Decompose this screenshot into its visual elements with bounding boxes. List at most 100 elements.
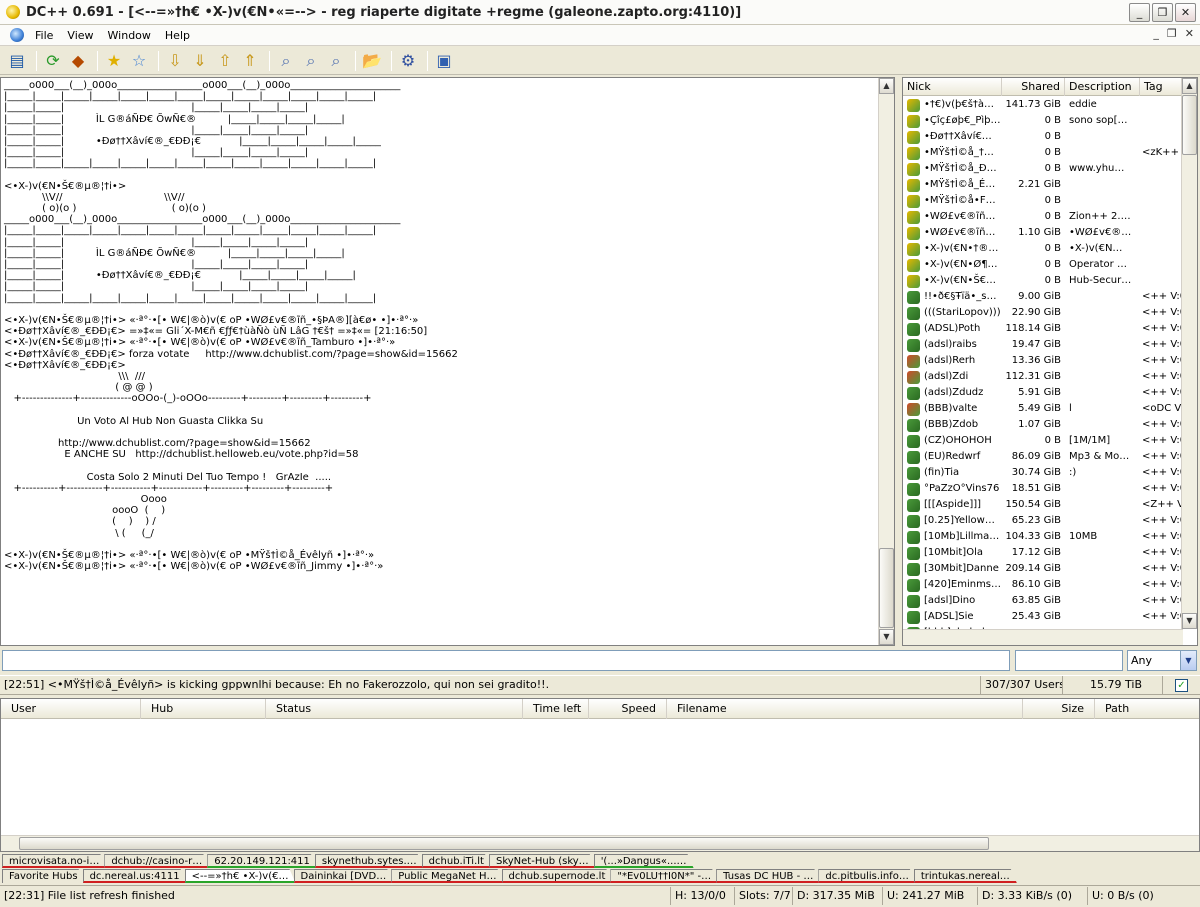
mdi-hub-icon[interactable]	[10, 28, 24, 42]
column-shared[interactable]: Shared	[1002, 78, 1065, 96]
column-size[interactable]: Size	[1023, 699, 1095, 719]
user-row[interactable]: [ADSL]Sie 25.43 GiB <++ V:0	[903, 609, 1183, 625]
scroll-down-arrow-icon[interactable]: ▼	[1182, 613, 1197, 629]
scroll-down-arrow-icon[interactable]: ▼	[879, 629, 894, 645]
public-hubs-icon[interactable]: ▤	[6, 50, 28, 72]
hub-tab[interactable]: Public MegaNet H…	[391, 869, 503, 883]
title-bar[interactable]: DC++ 0.691 - [<--=»†h€ •X-)v(€N•«=--> - …	[0, 0, 1200, 25]
user-list-scrollbar[interactable]: ▲ ▼	[1181, 78, 1197, 629]
user-row[interactable]: (adsl)Zdi 112.31 GiB <++ V:0	[903, 369, 1183, 385]
user-row[interactable]: •Ðø††Xâví€… 0 B	[903, 129, 1183, 145]
menu-window[interactable]: Window	[101, 29, 158, 42]
user-row[interactable]: •MŸš†Ì©å_Ð… 0 B www.yhu…	[903, 161, 1183, 177]
user-row[interactable]: (EU)Redwrf 86.09 GiB Mp3 & Mo… <++ V:0	[903, 449, 1183, 465]
restore-button[interactable]: ❐	[1152, 3, 1173, 22]
finished-downloads-icon[interactable]: ⇓	[189, 50, 211, 72]
user-row[interactable]: °PaZzO°Vins76 18.51 GiB <++ V:0	[903, 481, 1183, 497]
user-row[interactable]: [420]Eminms… 86.10 GiB <++ V:0	[903, 577, 1183, 593]
transfer-scroll-thumb[interactable]	[19, 837, 989, 850]
menu-file[interactable]: File	[28, 29, 60, 42]
transfer-list[interactable]: User Hub Status Time left Speed Filename…	[0, 698, 1200, 852]
favorite-users-icon[interactable]: ☆	[128, 50, 150, 72]
hub-tab[interactable]: dc.nereal.us:4111	[83, 869, 187, 883]
user-row[interactable]: •†€)v(þ€š†à… 141.73 GiB eddie	[903, 97, 1183, 113]
column-tag[interactable]: Tag	[1140, 78, 1183, 96]
column-path[interactable]: Path	[1095, 699, 1199, 719]
hub-tab[interactable]: "*Ev0LU††I0N*" -…	[610, 869, 718, 883]
user-list-panel[interactable]: Nick Shared Description Tag •†€)v(þ€š†à……	[902, 77, 1198, 646]
column-hub[interactable]: Hub	[141, 699, 266, 719]
user-row[interactable]: (ADSL)Poth 118.14 GiB <++ V:0	[903, 321, 1183, 337]
user-row[interactable]: •X-)v(€N•Ø¶… 0 B Operator …	[903, 257, 1183, 273]
user-row[interactable]: [10Mb]Lillma… 104.33 GiB 10MB <++ V:0	[903, 529, 1183, 545]
scroll-up-arrow-icon[interactable]: ▲	[1182, 78, 1197, 94]
user-row[interactable]: •MŸš†Ì©å•F… 0 B	[903, 193, 1183, 209]
download-queue-icon[interactable]: ⇩	[164, 50, 186, 72]
user-row[interactable]: •WØ£v€®ĩñ… 0 B Zion++ 2.…	[903, 209, 1183, 225]
user-row[interactable]: (adsl)raibs 19.47 GiB <++ V:0	[903, 337, 1183, 353]
user-row[interactable]: •WØ£v€®ĩñ… 1.10 GiB •WØ£v€®…	[903, 225, 1183, 241]
upload-queue-icon[interactable]: ⇧	[214, 50, 236, 72]
chat-scrollbar[interactable]: ▲ ▼	[878, 78, 894, 645]
column-speed[interactable]: Speed	[589, 699, 667, 719]
user-row[interactable]: [[[Aspide]]] 150.54 GiB <Z++ V:	[903, 497, 1183, 513]
user-row[interactable]: •MŸš†Ì©å_É… 2.21 GiB	[903, 177, 1183, 193]
user-row[interactable]: [adsl]Dino 63.85 GiB <++ V:0	[903, 593, 1183, 609]
hub-tab[interactable]: Daininkai [DVD…	[294, 869, 394, 883]
user-row[interactable]: (fin)Tia 30.74 GiB:) <++ V:0	[903, 465, 1183, 481]
user-filter-select[interactable]: Any ▼	[1127, 650, 1197, 671]
user-row[interactable]: (adsl)Zdudz 5.91 GiB <++ V:0	[903, 385, 1183, 401]
user-row[interactable]: •X-)v(€N•Š€… 0 B Hub-Secur…	[903, 273, 1183, 289]
user-list-hscrollbar[interactable]	[903, 629, 1183, 645]
hub-tab[interactable]: dchub.supernode.lt	[502, 869, 613, 883]
search-icon[interactable]: ⌕	[275, 50, 297, 72]
column-filename[interactable]: Filename	[667, 699, 1023, 719]
menu-help[interactable]: Help	[158, 29, 197, 42]
chevron-down-icon[interactable]: ▼	[1180, 651, 1196, 670]
user-row[interactable]: (CZ)OHOHOH 0 B [1M/1M] <++ V:0	[903, 433, 1183, 449]
hub-tab[interactable]: dchub://casino-r…	[104, 854, 209, 868]
finished-uploads-icon[interactable]: ⇑	[239, 50, 261, 72]
mdi-close-button[interactable]: ✕	[1185, 27, 1194, 40]
user-row[interactable]: •Çîç£øþ€_Pìþ… 0 B sono sop[…	[903, 113, 1183, 129]
mdi-minimize-button[interactable]: _	[1153, 27, 1159, 40]
user-row[interactable]: •X-)v(€N•†®… 0 B •X-)v(€N…	[903, 241, 1183, 257]
settings-icon[interactable]: ⚙	[397, 50, 419, 72]
user-search-input[interactable]	[1015, 650, 1123, 671]
hub-chat-panel[interactable]: _____o000___(__)_000o_________________o0…	[0, 77, 895, 646]
follow-redirect-icon[interactable]: ◆	[67, 50, 89, 72]
minimize-button[interactable]: _	[1129, 3, 1150, 22]
chat-scroll-thumb[interactable]	[879, 548, 894, 628]
favorite-hubs-icon[interactable]: ★	[103, 50, 125, 72]
hub-tab[interactable]: dchub.iTi.lt	[422, 854, 491, 868]
user-row[interactable]: !!•ð€§Ŧïä•_s… 9.00 GiB <++ V:0	[903, 289, 1183, 305]
open-file-list-icon[interactable]: 📂	[361, 50, 383, 72]
user-row[interactable]: (BBB)valte 5.49 GiB l <oDC V:	[903, 401, 1183, 417]
user-row[interactable]: (adsl)Rerh 13.36 GiB <++ V:0	[903, 353, 1183, 369]
user-row[interactable]: [30Mbit]Danne 209.14 GiB <++ V:0	[903, 561, 1183, 577]
hub-tab[interactable]: trintukas.nereal…	[914, 869, 1017, 883]
column-status[interactable]: Status	[266, 699, 523, 719]
hub-tab[interactable]: Tusas DC HUB - …	[716, 869, 820, 883]
adl-search-icon[interactable]: ⌕	[300, 50, 322, 72]
user-row[interactable]: [10Mbit]Ola 17.12 GiB <++ V:0	[903, 545, 1183, 561]
hub-tab[interactable]: <--=»†h€ •X-)v(€…	[185, 869, 296, 883]
user-row[interactable]: [0.25]Yellow… 65.23 GiB <++ V:0	[903, 513, 1183, 529]
hub-tab[interactable]: skynethub.sytes.…	[315, 854, 424, 868]
user-row[interactable]: (BBB)Zdob 1.07 GiB <++ V:0	[903, 417, 1183, 433]
scroll-up-arrow-icon[interactable]: ▲	[879, 78, 894, 94]
reconnect-icon[interactable]: ⟳	[42, 50, 64, 72]
user-list-scroll-thumb[interactable]	[1182, 95, 1197, 155]
column-time-left[interactable]: Time left	[523, 699, 589, 719]
notepad-icon[interactable]: ▣	[433, 50, 455, 72]
column-nick[interactable]: Nick	[903, 78, 1002, 96]
hub-tab[interactable]: microvisata.no-i…	[2, 854, 106, 868]
hub-tab[interactable]: Favorite Hubs	[2, 869, 85, 883]
dcpp-app-icon[interactable]	[6, 5, 20, 19]
hub-tab[interactable]: 62.20.149.121:411	[207, 854, 317, 868]
search-spy-icon[interactable]: ⌕	[325, 50, 347, 72]
close-button[interactable]: ✕	[1175, 3, 1196, 22]
hub-tab[interactable]: '(...»Dangus«...…	[594, 854, 694, 868]
show-users-checkbox[interactable]: ✓	[1175, 678, 1188, 692]
menu-view[interactable]: View	[60, 29, 100, 42]
